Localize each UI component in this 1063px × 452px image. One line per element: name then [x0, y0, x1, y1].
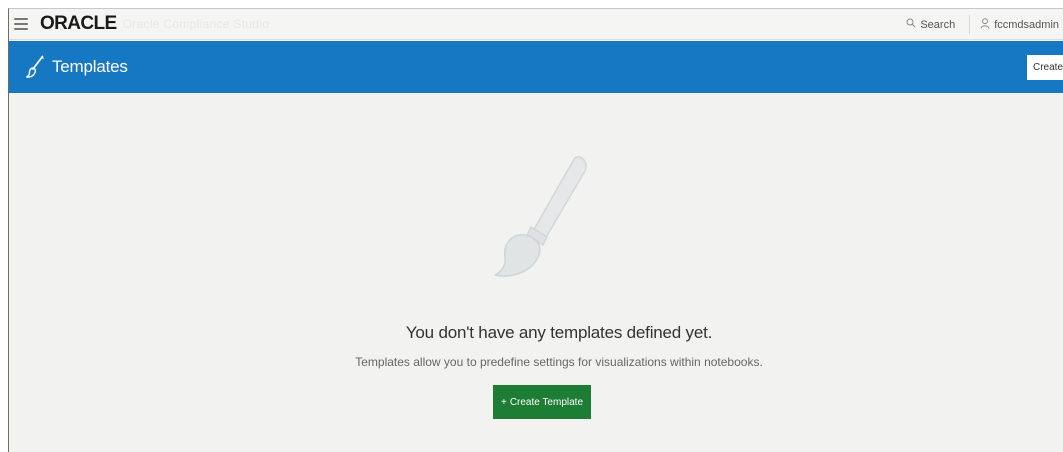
topbar-actions: Search fccmdsadmin — [898, 9, 1063, 40]
empty-state-description: Templates allow you to predefine setting… — [355, 355, 763, 369]
create-template-button[interactable]: + Create Template — [493, 385, 591, 419]
create-button[interactable]: Create — [1027, 55, 1063, 80]
username: fccmdsadmin — [994, 18, 1059, 31]
paintbrush-illustration-icon — [483, 147, 603, 292]
page-title: Templates — [52, 57, 128, 76]
search-icon — [906, 18, 916, 31]
plus-icon: + — [500, 396, 507, 408]
top-bar: ORACLE Oracle Compliance Studio Search f… — [9, 9, 1063, 40]
user-menu[interactable]: fccmdsadmin — [970, 17, 1063, 32]
empty-state-title: You don't have any templates defined yet… — [405, 323, 713, 342]
app-window: ORACLE Oracle Compliance Studio Search f… — [8, 8, 1063, 452]
search-label: Search — [920, 18, 956, 31]
create-template-label: Create Template — [509, 396, 584, 408]
paintbrush-icon — [25, 55, 45, 79]
page-header: Templates Create — [9, 41, 1063, 93]
hamburger-menu-icon[interactable] — [14, 18, 28, 30]
oracle-logo[interactable]: ORACLE — [40, 13, 117, 35]
search-link[interactable]: Search — [898, 18, 969, 31]
product-name: Oracle Compliance Studio — [122, 17, 270, 31]
user-icon — [980, 17, 990, 32]
